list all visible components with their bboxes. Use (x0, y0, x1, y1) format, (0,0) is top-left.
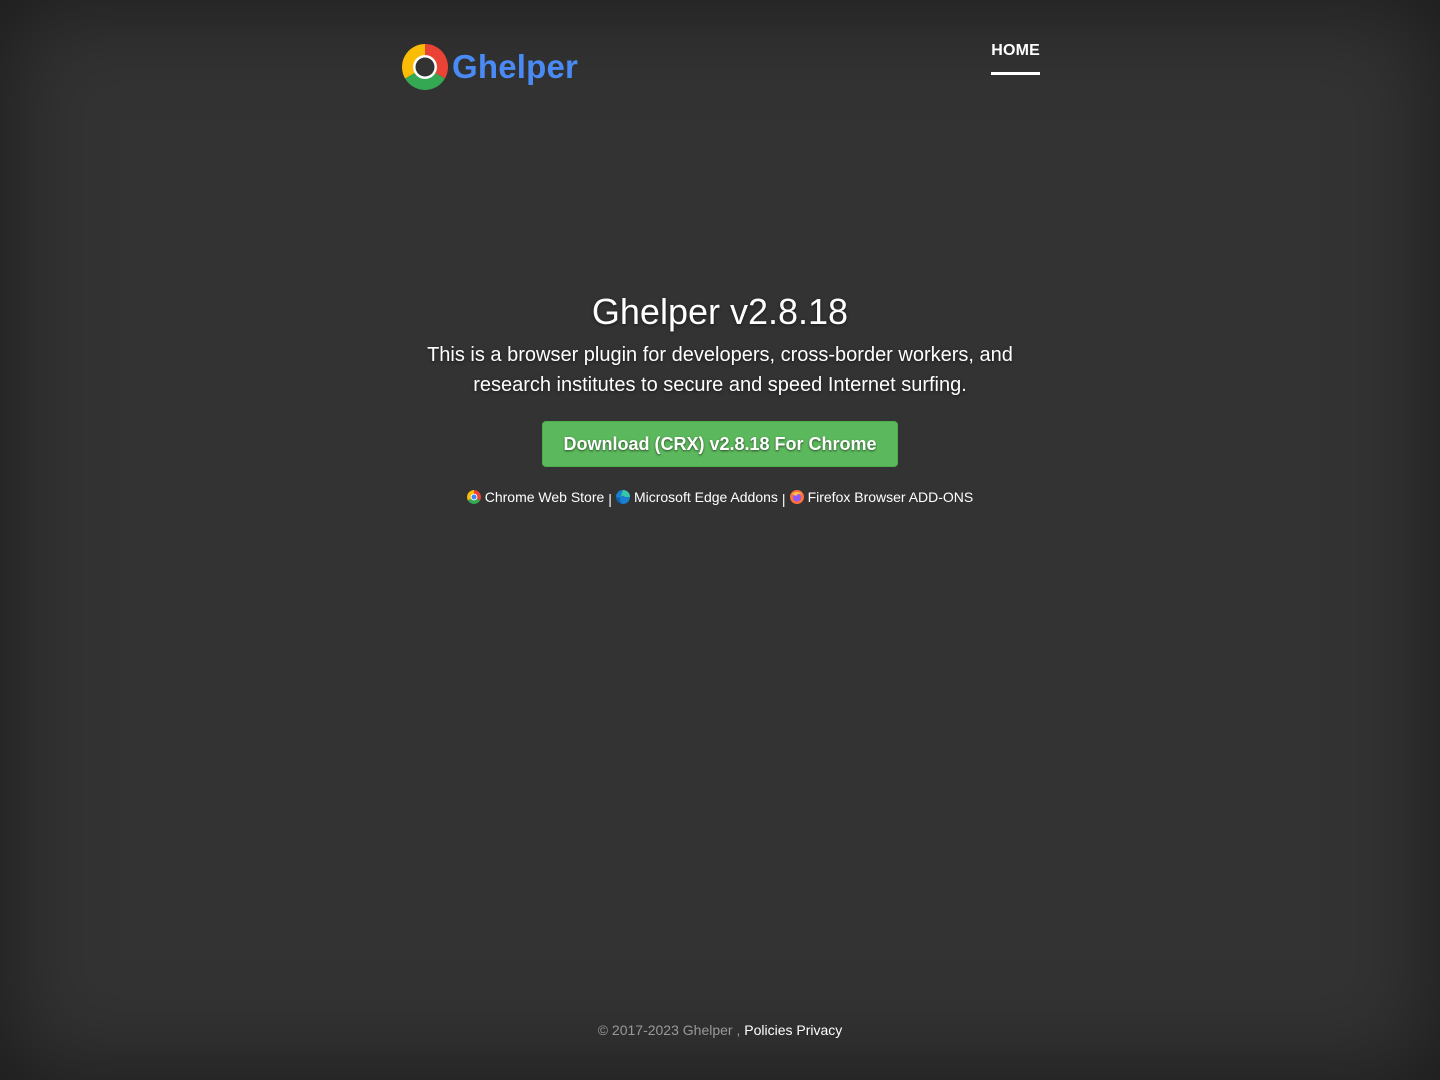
download-crx-button[interactable]: Download (CRX) v2.8.18 For Chrome (542, 421, 898, 467)
policies-privacy-link[interactable]: Policies Privacy (744, 1022, 842, 1038)
edge-addons-label: Microsoft Edge Addons (633, 489, 778, 505)
cover: Ghelper v2.8.18 This is a browser plugin… (0, 290, 1440, 508)
page-title: Ghelper v2.8.18 (591, 291, 849, 332)
firefox-addons-label: Firefox Browser ADD-ONS (807, 489, 974, 505)
separator: | (781, 491, 786, 507)
chrome-web-store-link[interactable]: Chrome Web Store (466, 488, 605, 506)
footer: © 2017-2023 Ghelper , Policies Privacy (0, 1020, 1440, 1040)
firefox-addons-link[interactable]: Firefox Browser ADD-ONS (789, 488, 974, 506)
store-links: Chrome Web Store | Microsoft Edge Addons… (0, 488, 1440, 508)
lead-text: This is a browser plugin for developers,… (427, 344, 1013, 396)
edge-icon (615, 490, 630, 504)
brand-link[interactable]: Ghelper (402, 44, 578, 90)
main-nav: HOME (991, 42, 1040, 75)
chrome-web-store-label: Chrome Web Store (484, 489, 605, 505)
copyright-text: © 2017-2023 Ghelper , (597, 1022, 741, 1038)
masthead: Ghelper HOME (402, 42, 1040, 92)
nav-home-link[interactable]: HOME (991, 42, 1040, 75)
chrome-icon (466, 490, 481, 504)
brand-name: Ghelper (452, 48, 579, 85)
page: Ghelper HOME Ghelper v2.8.18 This is a b… (0, 0, 1440, 1080)
chrome-style-logo-icon (402, 44, 448, 90)
edge-addons-link[interactable]: Microsoft Edge Addons (615, 488, 778, 506)
firefox-icon (789, 490, 804, 504)
separator: | (608, 491, 612, 507)
